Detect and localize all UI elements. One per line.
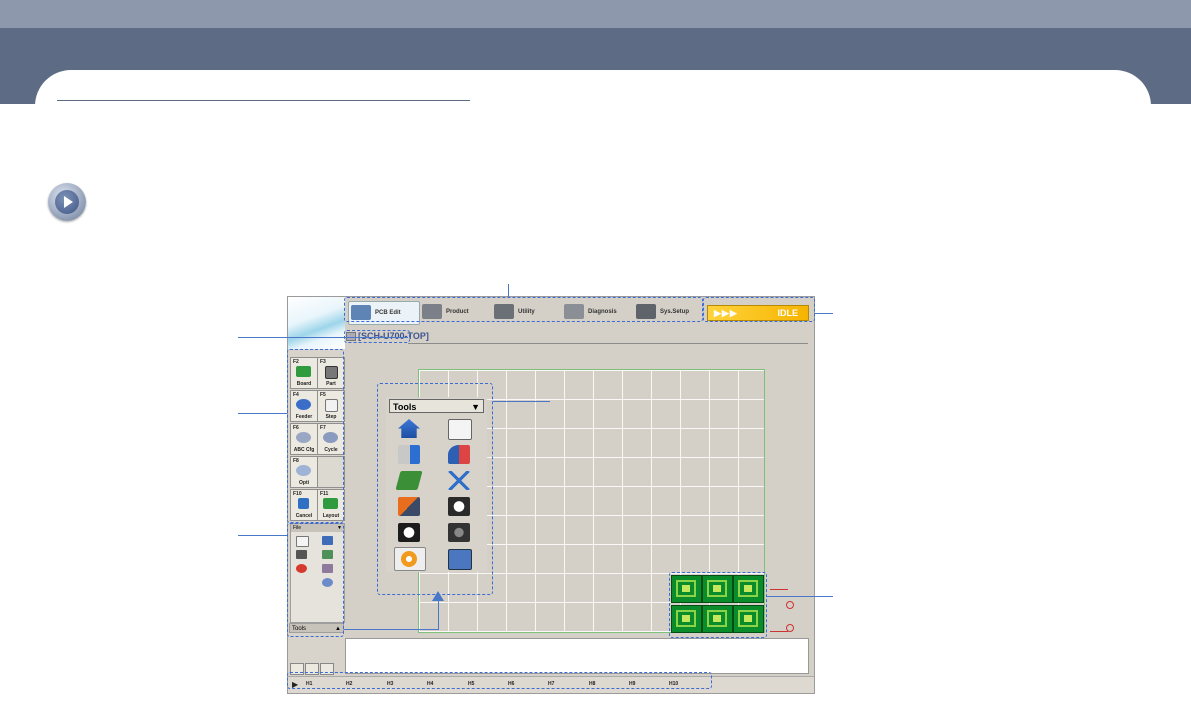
- side-buttons-callout: [238, 413, 287, 414]
- tools-popup-highlight: [377, 383, 493, 595]
- fiducial-mark-line: [770, 631, 788, 632]
- tools-popup-callout: [493, 401, 550, 402]
- play-triangle-icon: [64, 196, 73, 208]
- status-highlight: [703, 297, 815, 322]
- fiducial-mark: [786, 624, 794, 632]
- divider: [408, 343, 808, 344]
- logo-artwork: [288, 297, 345, 349]
- hotkey-bar-highlight: [287, 672, 712, 689]
- board-name-callout: [238, 337, 408, 338]
- pcb-array-callout: [767, 596, 833, 597]
- pcb-array-highlight: [669, 572, 767, 638]
- tools-link-line-h: [344, 629, 439, 630]
- tabbar-highlight: [344, 297, 703, 322]
- status-callout: [815, 313, 833, 314]
- message-log: [345, 638, 809, 674]
- title-underline: [57, 100, 470, 101]
- header-top-band: [0, 0, 1191, 28]
- file-panel-callout: [238, 535, 287, 536]
- side-buttons-highlight: [287, 349, 344, 523]
- play-icon[interactable]: [48, 183, 86, 221]
- tools-link-line: [438, 598, 439, 630]
- file-panel-highlight: [287, 523, 344, 637]
- tabbar-callout: [508, 284, 509, 297]
- fiducial-mark: [786, 601, 794, 609]
- fiducial-mark-line: [770, 589, 788, 590]
- arrow-up-icon: [432, 591, 444, 601]
